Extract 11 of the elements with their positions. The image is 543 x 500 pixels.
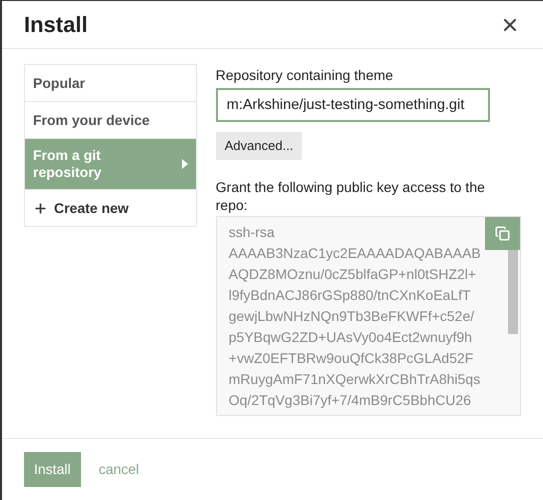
- field-label: Repository containing theme: [216, 66, 394, 85]
- dialog-title: Install: [24, 11, 88, 39]
- advanced-button[interactable]: Advanced...: [216, 132, 302, 160]
- repository-field[interactable]: m:Arkshine/just-testing-something.git: [216, 88, 490, 122]
- sidebar-item[interactable]: Create new: [25, 190, 196, 226]
- copy-button[interactable]: [485, 217, 520, 250]
- copy-icon: [495, 226, 510, 241]
- key-label: Grant the following public key access to the repo:: [216, 178, 486, 214]
- plus-icon: [33, 200, 48, 216]
- caret-icon: [182, 159, 188, 169]
- sidebar-item[interactable]: Popular: [25, 65, 196, 102]
